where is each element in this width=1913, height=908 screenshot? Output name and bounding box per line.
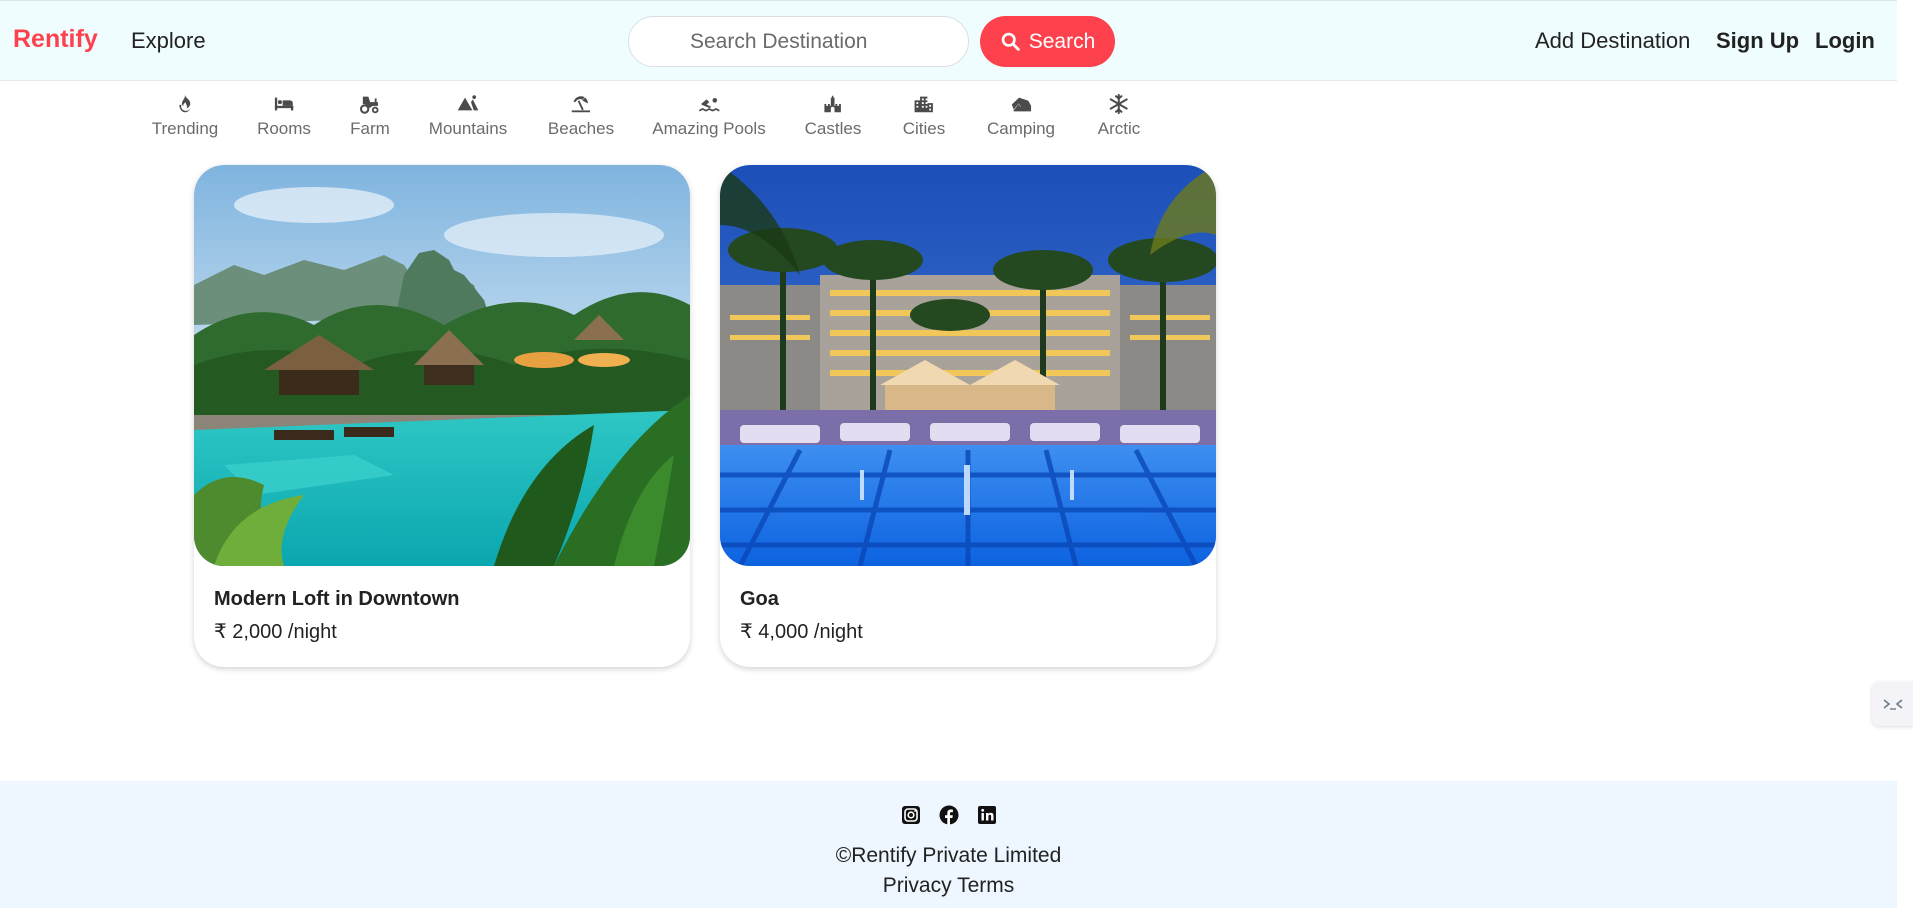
side-widget-tab[interactable] xyxy=(1872,682,1913,726)
filter-arctic[interactable]: Arctic xyxy=(1097,92,1141,139)
filter-label: Farm xyxy=(350,119,390,138)
search-input[interactable] xyxy=(628,16,969,67)
filter-amazing-pools[interactable]: Amazing Pools xyxy=(652,92,766,139)
listing-price: ₹ 4,000 /night xyxy=(740,621,863,643)
footer: ©Rentify Private Limited Privacy Terms xyxy=(0,781,1897,908)
listing-price: ₹ 2,000 /night xyxy=(214,621,337,643)
filter-castles[interactable]: Castles xyxy=(804,92,862,139)
footer-links: Privacy Terms xyxy=(0,874,1897,898)
social-links xyxy=(0,805,1897,825)
mountain-icon xyxy=(456,92,480,116)
city-icon xyxy=(912,92,936,116)
login-link[interactable]: Login xyxy=(1815,28,1875,54)
fire-icon xyxy=(173,92,197,116)
terms-link[interactable]: Terms xyxy=(957,874,1014,897)
search-button[interactable]: Search xyxy=(980,16,1115,67)
facebook-icon[interactable] xyxy=(939,805,959,825)
filter-label: Amazing Pools xyxy=(652,119,766,138)
snowflake-icon xyxy=(1107,92,1131,116)
instagram-icon[interactable] xyxy=(901,805,921,825)
brand-logo[interactable]: Rentify xyxy=(13,25,98,54)
filter-rooms[interactable]: Rooms xyxy=(257,92,311,139)
category-filters: Trending Rooms Farm Mountains Beaches Am… xyxy=(0,82,1200,162)
navbar: Rentify Explore Search Add Destination S… xyxy=(0,0,1897,81)
listing-title: Goa xyxy=(740,588,779,610)
umbrella-beach-icon xyxy=(569,92,593,116)
add-destination-link[interactable]: Add Destination xyxy=(1535,28,1690,54)
explore-link[interactable]: Explore xyxy=(131,28,206,54)
night-hotel-pool-photo xyxy=(720,165,1216,566)
listing-title: Modern Loft in Downtown xyxy=(214,588,460,610)
filter-mountains[interactable]: Mountains xyxy=(429,92,507,139)
filter-label: Trending xyxy=(151,119,219,138)
filter-label: Beaches xyxy=(547,119,615,138)
filter-cities[interactable]: Cities xyxy=(902,92,946,139)
castle-icon xyxy=(821,92,845,116)
listing-card[interactable]: Modern Loft in Downtown ₹ 2,000 /night xyxy=(194,165,690,667)
filter-camping[interactable]: Camping xyxy=(987,92,1055,139)
campground-icon xyxy=(1009,92,1033,116)
search-button-label: Search xyxy=(1028,29,1096,53)
filter-label: Castles xyxy=(804,119,862,138)
filter-beaches[interactable]: Beaches xyxy=(548,92,614,139)
filter-label: Cities xyxy=(902,119,946,138)
filter-label: Mountains xyxy=(428,119,508,138)
search-icon xyxy=(1001,32,1020,51)
filter-label: Rooms xyxy=(257,119,311,138)
tractor-icon xyxy=(358,92,382,116)
filter-trending[interactable]: Trending xyxy=(152,92,218,139)
tropical-resort-pool-photo xyxy=(194,165,690,566)
bed-icon xyxy=(272,92,296,116)
filter-farm[interactable]: Farm xyxy=(350,92,390,139)
copyright-text: ©Rentify Private Limited xyxy=(835,844,1062,867)
linkedin-icon[interactable] xyxy=(977,805,997,825)
filter-label: Camping xyxy=(986,119,1056,138)
collapse-arrows-icon xyxy=(1883,699,1902,710)
sign-up-link[interactable]: Sign Up xyxy=(1716,28,1799,54)
listing-card[interactable]: Goa ₹ 4,000 /night xyxy=(720,165,1216,667)
swimmer-icon xyxy=(697,92,721,116)
filter-label: Arctic xyxy=(1097,119,1141,138)
privacy-link[interactable]: Privacy xyxy=(883,874,952,897)
